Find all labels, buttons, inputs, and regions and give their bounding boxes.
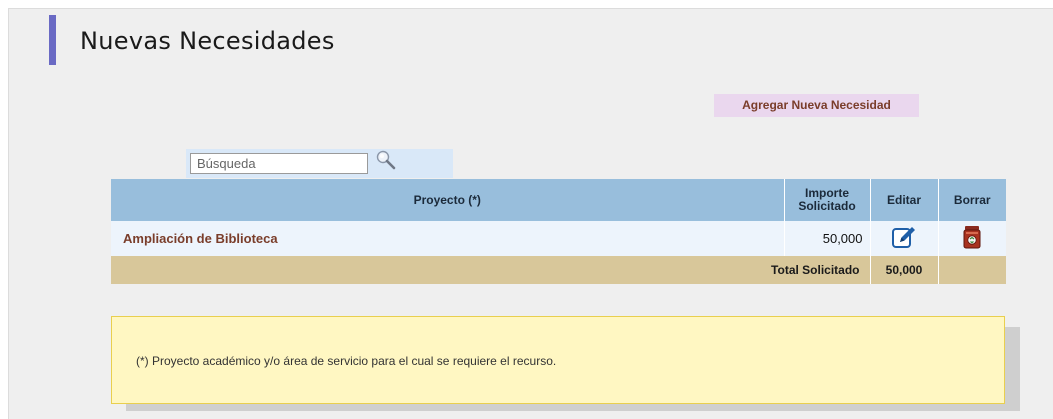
total-empty-cell bbox=[938, 256, 1006, 284]
footnote-box: (*) Proyecto académico y/o área de servi… bbox=[111, 316, 1005, 404]
total-amount: 50,000 bbox=[870, 256, 939, 284]
total-label: Total Solicitado bbox=[111, 256, 871, 284]
trash-icon[interactable] bbox=[962, 225, 982, 252]
delete-cell bbox=[938, 221, 1006, 256]
add-need-button[interactable]: Agregar Nueva Necesidad bbox=[714, 94, 919, 117]
search-icon[interactable] bbox=[374, 149, 398, 173]
requested-amount: 50,000 bbox=[784, 221, 871, 256]
edit-cell bbox=[870, 221, 939, 256]
column-header-amount[interactable]: Importe Solicitado bbox=[784, 179, 871, 221]
page-title: Nuevas Necesidades bbox=[80, 27, 335, 55]
column-header-edit: Editar bbox=[870, 179, 939, 221]
title-accent-bar bbox=[49, 15, 56, 65]
project-name: Ampliación de Biblioteca bbox=[111, 221, 785, 256]
footnote-text: (*) Proyecto académico y/o área de servi… bbox=[136, 354, 557, 368]
table-row: Ampliación de Biblioteca 50,000 bbox=[111, 221, 1006, 256]
column-header-delete: Borrar bbox=[938, 179, 1006, 221]
edit-icon[interactable] bbox=[891, 225, 917, 252]
total-row: Total Solicitado 50,000 bbox=[111, 256, 1006, 284]
search-input[interactable] bbox=[190, 153, 368, 174]
search-bar bbox=[186, 149, 453, 178]
column-header-project[interactable]: Proyecto (*) bbox=[111, 179, 785, 221]
needs-table: Proyecto (*) Importe Solicitado Editar B… bbox=[111, 179, 1006, 284]
